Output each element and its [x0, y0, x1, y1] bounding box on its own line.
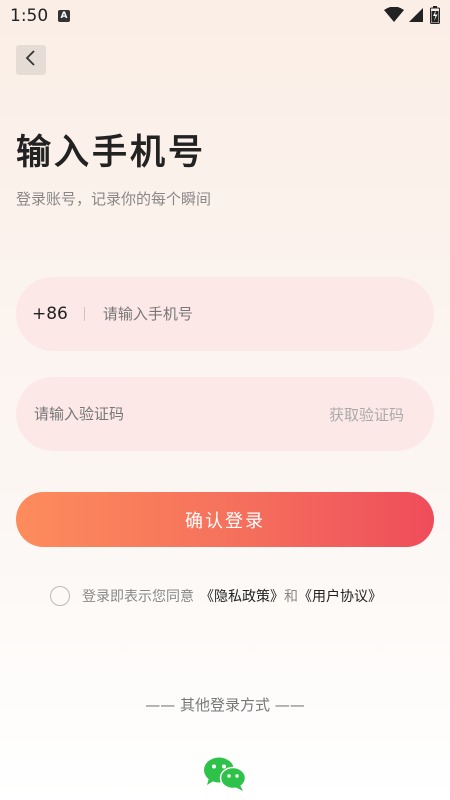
wechat-icon[interactable] — [203, 756, 247, 796]
status-time: 1:50 — [10, 6, 49, 26]
status-bar: 1:50 A — [0, 0, 450, 32]
back-button[interactable] — [16, 45, 46, 75]
page-subtitle: 登录账号，记录你的每个瞬间 — [16, 190, 212, 208]
phone-field[interactable]: +86 — [16, 277, 434, 351]
phone-input[interactable] — [100, 304, 395, 324]
chevron-left-icon — [24, 49, 38, 71]
agree-checkbox[interactable] — [50, 586, 70, 606]
page-title: 输入手机号 — [16, 133, 207, 173]
signal-icon — [408, 7, 424, 27]
notification-a-icon: A — [58, 10, 70, 22]
wifi-icon — [384, 6, 404, 27]
country-code[interactable]: +86 — [32, 304, 68, 324]
field-divider — [83, 307, 85, 321]
agreement-row: 登录即表示您同意 《隐私政策》 和 《用户协议》 — [50, 586, 382, 606]
get-code-button[interactable]: 获取验证码 — [329, 404, 404, 425]
battery-icon — [430, 6, 440, 28]
verification-code-input[interactable] — [32, 404, 296, 424]
agreement-and-text: 和 — [284, 589, 298, 605]
agreement-text: 登录即表示您同意 — [82, 589, 194, 605]
code-field[interactable]: 获取验证码 — [16, 377, 434, 451]
user-agreement-link[interactable]: 《用户协议》 — [298, 586, 382, 606]
privacy-policy-link[interactable]: 《隐私政策》 — [200, 586, 284, 606]
other-login-label: —— 其他登录方式 —— — [145, 696, 305, 714]
confirm-login-button[interactable]: 确认登录 — [16, 492, 434, 547]
